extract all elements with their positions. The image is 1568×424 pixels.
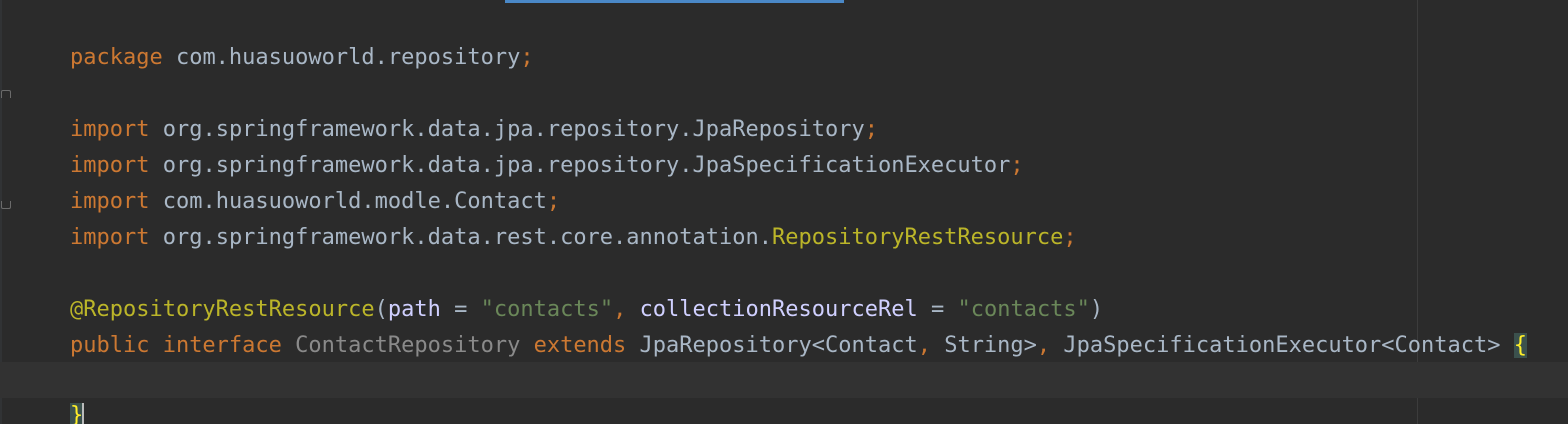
text-caret	[82, 403, 85, 424]
active-tab-indicator	[505, 0, 844, 3]
code-line-import-3[interactable]: import com.huasuoworld.modle.Contact;	[17, 148, 560, 214]
keyword-public-interface: public interface	[69, 333, 282, 358]
code-line-package[interactable]: package com.huasuoworld.repository;	[17, 4, 534, 70]
keyword-import: import	[69, 225, 150, 250]
open-brace: {	[1513, 333, 1528, 358]
keyword-package: package	[69, 45, 163, 70]
comma: ,	[1036, 333, 1051, 358]
interface-name: ContactRepository	[281, 333, 534, 358]
code-editor[interactable]: package com.huasuoworld.repository; impo…	[0, 0, 1568, 424]
import-path: org.springframework.data.rest.core.annot…	[149, 225, 772, 250]
keyword-extends: extends	[533, 333, 627, 358]
current-line-highlight	[0, 362, 1568, 398]
type-jparepository: JpaRepository<Contact	[626, 333, 918, 358]
type-string: String>	[930, 333, 1037, 358]
code-line-import-4[interactable]: import org.springframework.data.rest.cor…	[17, 184, 1077, 250]
package-name: com.huasuoworld.repository	[162, 45, 521, 70]
code-line-import-1[interactable]: import org.springframework.data.jpa.repo…	[17, 76, 878, 142]
code-line-closing[interactable]: }	[17, 362, 85, 424]
semicolon: ;	[1010, 153, 1024, 178]
fold-open-icon[interactable]	[1, 90, 11, 98]
close-brace: }	[69, 403, 84, 424]
comma: ,	[917, 333, 931, 358]
gutter	[0, 0, 2, 424]
semicolon: ;	[520, 45, 534, 70]
type-jpaspecificationexecutor: JpaSpecificationExecutor<Contact>	[1050, 333, 1514, 358]
semicolon: ;	[1063, 225, 1077, 250]
fold-close-icon[interactable]	[1, 201, 11, 209]
code-line-annotation[interactable]: @RepositoryRestResource(path = "contacts…	[17, 256, 1103, 322]
import-annotation-class: RepositoryRestResource	[772, 225, 1064, 250]
code-line-import-2[interactable]: import org.springframework.data.jpa.repo…	[17, 112, 1024, 178]
code-line-interface[interactable]: public interface ContactRepository exten…	[17, 292, 1528, 358]
